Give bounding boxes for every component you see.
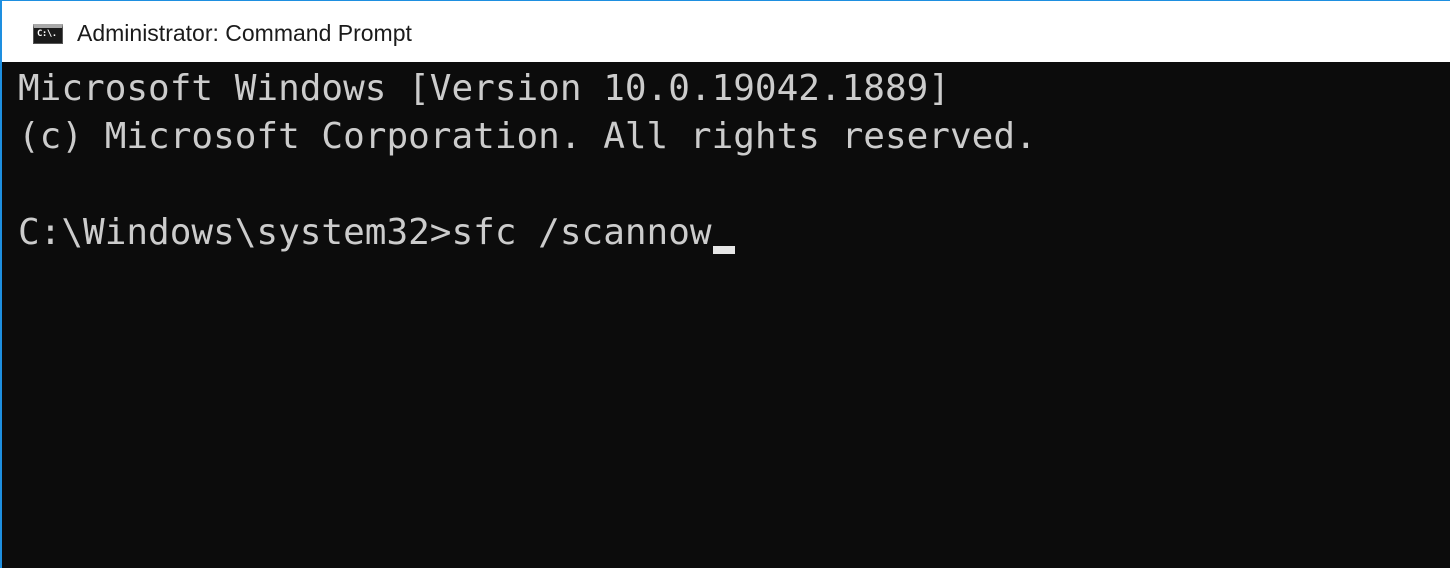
cmd-icon-glyph: C:\. bbox=[37, 29, 57, 39]
console-line-version: Microsoft Windows [Version 10.0.19042.18… bbox=[18, 68, 950, 109]
command-line[interactable]: C:\Windows\system32>sfc /scannow bbox=[18, 210, 735, 256]
text-cursor bbox=[712, 246, 735, 254]
command-prompt-window: C:\. Administrator: Command Prompt Micro… bbox=[0, 0, 1450, 568]
command-input[interactable]: sfc /scannow bbox=[451, 212, 711, 253]
console-area[interactable]: Microsoft Windows [Version 10.0.19042.18… bbox=[2, 62, 1450, 568]
console-line-copyright: (c) Microsoft Corporation. All rights re… bbox=[18, 116, 1037, 157]
command-prompt-path: C:\Windows\system32> bbox=[18, 212, 452, 253]
cmd-icon[interactable]: C:\. bbox=[33, 24, 63, 44]
window-title: Administrator: Command Prompt bbox=[77, 20, 412, 46]
title-bar[interactable]: C:\. Administrator: Command Prompt bbox=[2, 1, 1450, 62]
